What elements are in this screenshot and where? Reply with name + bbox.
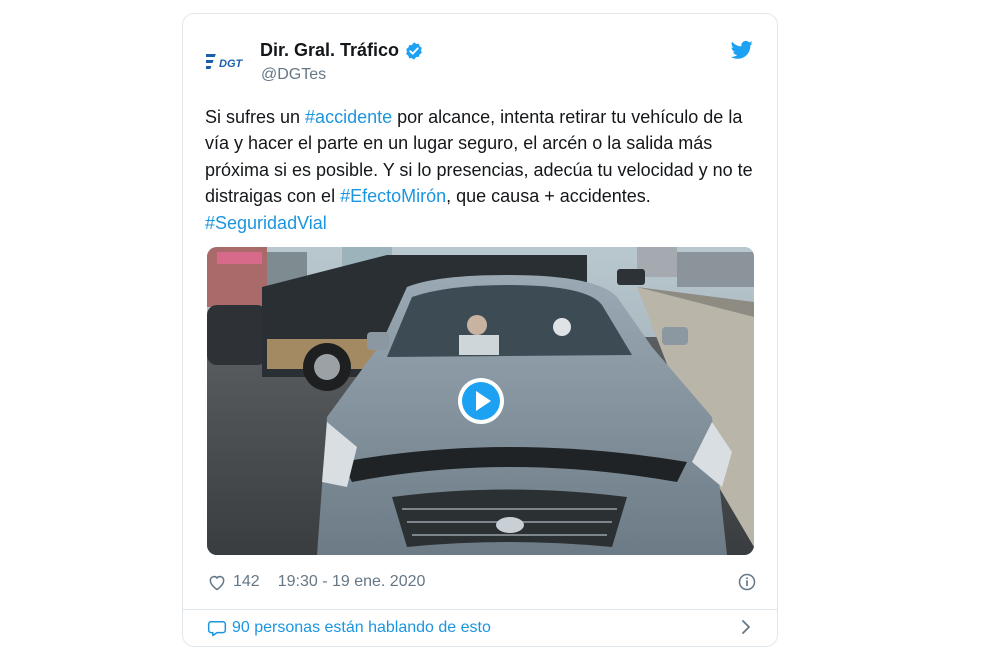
timestamp[interactable]: 19:30 - 19 ene. 2020	[278, 573, 426, 591]
hashtag-accidente[interactable]: #accidente	[305, 107, 392, 127]
logo-text: DGT	[219, 58, 244, 70]
play-icon[interactable]	[457, 377, 505, 425]
author-name[interactable]: Dir. Gral. Tráfico	[260, 40, 399, 61]
like-count[interactable]: 142	[233, 573, 260, 591]
twitter-bird-icon[interactable]	[731, 40, 753, 60]
heart-icon[interactable]	[207, 572, 227, 592]
tweet-text-part: Si sufres un	[205, 107, 306, 127]
author-row: Dir. Gral. Tráfico	[260, 40, 424, 61]
tweet-card: DGT Dir. Gral. Tráfico @DGTes Si sufres …	[182, 13, 778, 647]
hashtag-seguridad-vial[interactable]: #SeguridadVial	[205, 213, 327, 233]
conversation-link[interactable]: 90 personas están hablando de esto	[207, 616, 757, 640]
tweet-text-part: , que causa + accidentes.	[446, 186, 651, 207]
dgt-logo[interactable]: DGT	[206, 48, 250, 76]
conversation-text[interactable]: 90 personas están hablando de esto	[232, 619, 491, 637]
chevron-right-icon[interactable]	[739, 620, 753, 634]
info-icon[interactable]	[737, 572, 757, 592]
divider	[183, 609, 777, 610]
tweet-text: Si sufres un #accidente por alcance, int…	[205, 104, 765, 236]
video-player[interactable]	[207, 247, 754, 555]
verified-icon	[406, 41, 422, 60]
hashtag-efecto-miron[interactable]: #EfectoMirón	[340, 186, 446, 206]
tweet-header: DGT Dir. Gral. Tráfico @DGTes	[203, 36, 757, 92]
comment-bubble-icon	[207, 621, 227, 637]
tweet-footer: 142 19:30 - 19 ene. 2020	[207, 570, 757, 594]
author-handle[interactable]: @DGTes	[261, 66, 326, 84]
